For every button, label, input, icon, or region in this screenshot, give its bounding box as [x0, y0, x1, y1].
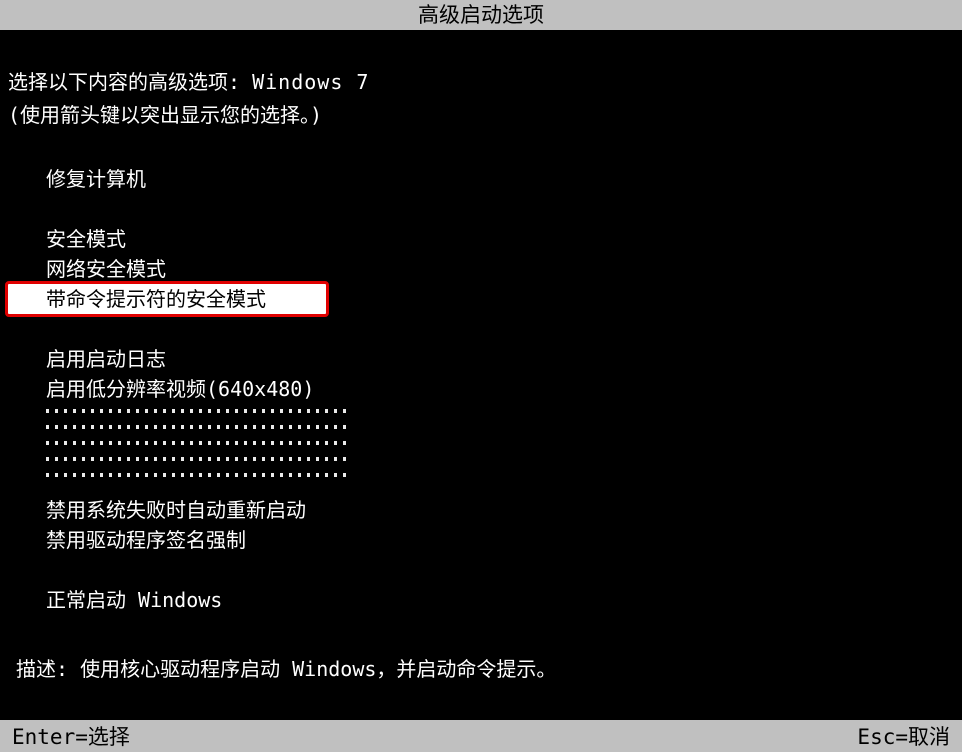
garbled-text-block — [46, 407, 346, 489]
menu-gap — [46, 314, 954, 344]
menu-item[interactable]: 启用低分辨率视频(640x480) — [46, 374, 954, 404]
menu-gap — [46, 555, 954, 585]
prompt-line: 选择以下内容的高级选项: Windows 7 — [8, 66, 954, 95]
description-text: 使用核心驱动程序启动 Windows，并启动命令提示。 — [80, 657, 556, 681]
menu-gap — [46, 194, 954, 224]
page-title: 高级启动选项 — [418, 3, 544, 27]
menu-item[interactable]: 启用启动日志 — [46, 344, 954, 374]
description-label: 描述: — [16, 657, 80, 681]
menu-item[interactable]: 网络安全模式 — [46, 254, 954, 284]
menu-item[interactable]: 禁用系统失败时自动重新启动 — [46, 495, 954, 525]
instruction-text: (使用箭头键以突出显示您的选择。) — [8, 99, 954, 128]
menu-item[interactable]: 禁用驱动程序签名强制 — [46, 525, 954, 555]
bottom-bar: Enter=选择 Esc=取消 — [0, 720, 962, 752]
prompt-prefix: 选择以下内容的高级选项: — [8, 70, 252, 94]
title-bar: 高级启动选项 — [0, 0, 962, 30]
description-line: 描述: 使用核心驱动程序启动 Windows，并启动命令提示。 — [8, 653, 954, 682]
menu-item[interactable]: 安全模式 — [46, 224, 954, 254]
boot-menu[interactable]: 修复计算机安全模式网络安全模式带命令提示符的安全模式启用启动日志启用低分辨率视频… — [8, 164, 954, 615]
content-area: 选择以下内容的高级选项: Windows 7 (使用箭头键以突出显示您的选择。)… — [0, 30, 962, 682]
menu-item[interactable]: 带命令提示符的安全模式 — [8, 284, 326, 314]
enter-hint: Enter=选择 — [12, 721, 130, 751]
esc-hint: Esc=取消 — [857, 721, 950, 751]
os-name: Windows 7 — [252, 70, 369, 94]
menu-item[interactable]: 修复计算机 — [46, 164, 954, 194]
menu-item[interactable]: 正常启动 Windows — [46, 585, 954, 615]
